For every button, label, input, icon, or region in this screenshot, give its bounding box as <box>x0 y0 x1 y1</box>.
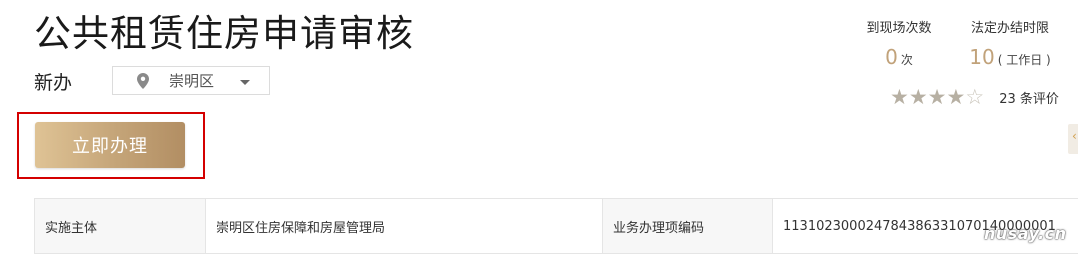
star-filled-icon: ★ <box>928 85 947 109</box>
visits-unit: 次 <box>901 53 913 67</box>
location-pin-icon <box>137 73 149 89</box>
table-cell: 崇明区住房保障和房屋管理局 <box>206 199 603 254</box>
star-filled-icon: ★ <box>946 85 965 109</box>
district-select[interactable]: 崇明区 <box>112 66 270 95</box>
table-cell: 业务办理项编码 <box>603 199 773 254</box>
visits-stat: 到现场次数 0次 <box>861 20 937 69</box>
table-cell: 实施主体 <box>35 199 206 254</box>
district-value: 崇明区 <box>169 71 214 91</box>
info-table: 实施主体 崇明区住房保障和房屋管理局 业务办理项编码 1131023000247… <box>34 198 1078 254</box>
rating[interactable]: ★★★★☆ 23 条评价 <box>890 86 1059 108</box>
side-panel-tab[interactable]: ‹ <box>1068 124 1078 154</box>
time-limit-stat: 法定办结时限 10 ( 工作日 ) <box>964 20 1056 69</box>
time-limit-value: 10 <box>969 45 994 69</box>
time-limit-unit: ( 工作日 ) <box>998 53 1051 67</box>
rating-count[interactable]: 23 条评价 <box>999 88 1059 107</box>
star-filled-icon: ★ <box>890 85 909 109</box>
apply-now-button[interactable]: 立即办理 <box>35 122 185 168</box>
page-title: 公共租赁住房申请审核 <box>34 10 414 58</box>
rating-stars: ★★★★☆ <box>890 86 984 108</box>
watermark: nusay.cn <box>984 224 1067 243</box>
star-empty-icon: ☆ <box>965 85 984 109</box>
time-limit-label: 法定办结时限 <box>964 20 1056 38</box>
visits-label: 到现场次数 <box>861 20 937 38</box>
chevron-left-icon: ‹ <box>1072 129 1077 143</box>
service-type-label: 新办 <box>34 70 72 96</box>
star-filled-icon: ★ <box>909 85 928 109</box>
visits-value: 0 <box>885 45 898 69</box>
table-row: 实施主体 崇明区住房保障和房屋管理局 业务办理项编码 1131023000247… <box>35 199 1078 254</box>
chevron-down-icon <box>240 80 250 85</box>
